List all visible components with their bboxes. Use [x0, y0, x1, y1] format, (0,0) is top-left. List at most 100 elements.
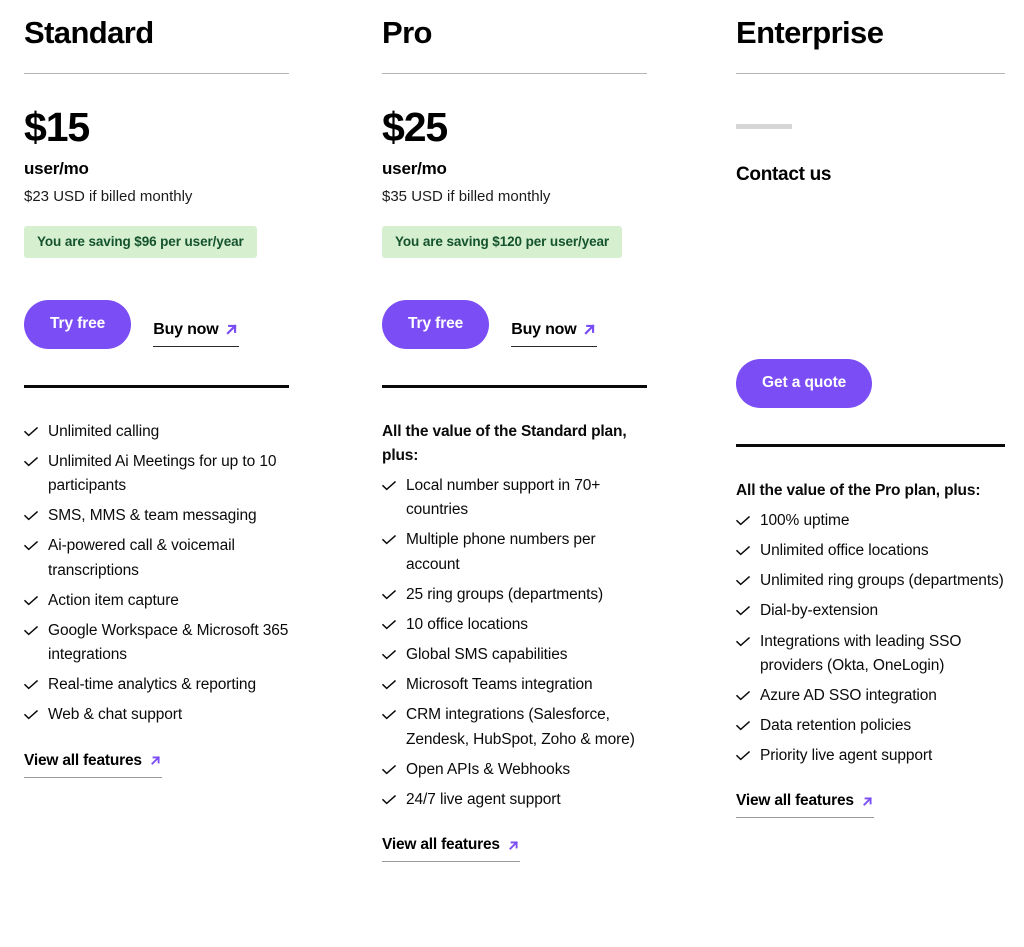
- plan-price-pro: $25: [382, 103, 448, 150]
- feature-text: Azure AD SSO integration: [760, 686, 937, 704]
- plan-card-standard: Standard $15 user/mo $23 USD if billed m…: [0, 0, 359, 862]
- check-icon: [382, 643, 396, 667]
- plan-card-pro: Pro $25 user/mo $35 USD if billed monthl…: [359, 0, 718, 863]
- feature-item: Priority live agent support: [736, 744, 1005, 768]
- features-pro: All the value of the Standard plan, plus…: [382, 420, 647, 863]
- check-icon: [382, 474, 396, 498]
- check-icon: [24, 504, 38, 528]
- arrow-up-right-icon: [149, 754, 162, 767]
- check-icon: [736, 744, 750, 768]
- feature-item: SMS, MMS & team messaging: [24, 504, 289, 528]
- view-all-features-link-pro[interactable]: View all features: [382, 836, 520, 863]
- feature-text: Unlimited office locations: [760, 542, 929, 560]
- buy-now-label: Buy now: [511, 320, 577, 338]
- plan-price-unit-standard: user/mo: [24, 158, 89, 178]
- feature-item: Ai-powered call & voicemail transcriptio…: [24, 534, 289, 582]
- feature-item: Unlimited office locations: [736, 539, 1005, 563]
- plan-section-divider: [736, 443, 1005, 447]
- plan-price-standard: $15: [24, 103, 90, 150]
- feature-text: Priority live agent support: [760, 747, 933, 765]
- feature-list-pro: Local number support in 70+ countries Mu…: [382, 474, 647, 812]
- price-placeholder-dash: [736, 123, 792, 129]
- feature-text: Unlimited calling: [48, 422, 160, 440]
- get-a-quote-button[interactable]: Get a quote: [736, 358, 873, 408]
- plan-price-note-standard: $23 USD if billed monthly: [24, 187, 193, 205]
- feature-item: 100% uptime: [736, 509, 1005, 533]
- feature-item: Local number support in 70+ countries: [382, 474, 647, 522]
- feature-text: Microsoft Teams integration: [406, 676, 593, 694]
- feature-item: Azure AD SSO integration: [736, 684, 1005, 708]
- feature-text: 10 office locations: [406, 615, 528, 633]
- view-all-features-label: View all features: [736, 792, 854, 810]
- try-free-button-pro[interactable]: Try free: [382, 299, 490, 349]
- feature-item: 25 ring groups (departments): [382, 583, 647, 607]
- feature-text: Real-time analytics & reporting: [48, 676, 256, 694]
- feature-item: Open APIs & Webhooks: [382, 758, 647, 782]
- features-enterprise: All the value of the Pro plan, plus: 100…: [736, 479, 1005, 819]
- check-icon: [736, 630, 750, 654]
- price-block-standard: $15 user/mo $23 USD if billed monthly: [24, 74, 289, 205]
- view-all-features-link-standard[interactable]: View all features: [24, 752, 162, 778]
- check-icon: [382, 583, 396, 607]
- savings-badge-pro: You are saving $120 per user/year: [382, 225, 623, 258]
- plan-title-standard: Standard: [24, 15, 154, 50]
- feature-text: Unlimited Ai Meetings for up to 10 parti…: [48, 452, 277, 495]
- check-icon: [24, 703, 38, 727]
- feature-item: CRM integrations (Salesforce, Zendesk, H…: [382, 703, 647, 751]
- cta-row-standard: Try free Buy now: [24, 299, 289, 349]
- buy-now-link-pro[interactable]: Buy now: [511, 320, 598, 347]
- check-icon: [382, 703, 396, 727]
- feature-text: 25 ring groups (departments): [406, 585, 604, 603]
- view-all-features-label: View all features: [382, 836, 500, 854]
- check-icon: [24, 589, 38, 613]
- feature-text: Integrations with leading SSO providers …: [760, 632, 962, 674]
- check-icon: [736, 714, 750, 738]
- feature-text: Web & chat support: [48, 706, 183, 724]
- feature-item: 10 office locations: [382, 613, 647, 637]
- feature-text: Global SMS capabilities: [406, 646, 568, 664]
- check-icon: [382, 613, 396, 637]
- arrow-up-right-icon: [224, 322, 239, 337]
- price-block-pro: $25 user/mo $35 USD if billed monthly: [382, 74, 647, 205]
- feature-text: Ai-powered call & voicemail transcriptio…: [48, 537, 235, 579]
- check-icon: [736, 569, 750, 593]
- arrow-up-right-icon: [507, 839, 520, 852]
- feature-text: Dial-by-extension: [760, 602, 879, 620]
- feature-item: Multiple phone numbers per account: [382, 528, 647, 576]
- feature-text: Multiple phone numbers per account: [406, 531, 596, 573]
- feature-text: Action item capture: [48, 591, 179, 609]
- try-free-button-standard[interactable]: Try free: [24, 299, 132, 349]
- feature-item: Unlimited Ai Meetings for up to 10 parti…: [24, 450, 289, 498]
- plan-section-divider: [382, 384, 647, 388]
- cta-row-enterprise: Get a quote: [736, 358, 1005, 408]
- feature-item: Real-time analytics & reporting: [24, 673, 289, 697]
- check-icon: [24, 420, 38, 444]
- savings-badge-standard: You are saving $96 per user/year: [24, 225, 257, 258]
- features-lead-enterprise: All the value of the Pro plan, plus:: [736, 481, 981, 499]
- feature-text: Unlimited ring groups (departments): [760, 572, 1004, 590]
- feature-item: Data retention policies: [736, 714, 1005, 738]
- feature-text: Local number support in 70+ countries: [406, 477, 601, 519]
- cta-row-pro: Try free Buy now: [382, 299, 647, 349]
- feature-text: SMS, MMS & team messaging: [48, 507, 257, 525]
- check-icon: [24, 450, 38, 474]
- check-icon: [24, 534, 38, 558]
- check-icon: [24, 673, 38, 697]
- plan-price-unit-pro: user/mo: [382, 158, 447, 178]
- check-icon: [736, 684, 750, 708]
- view-all-features-label: View all features: [24, 751, 142, 769]
- buy-now-link-standard[interactable]: Buy now: [153, 321, 240, 347]
- feature-item: 24/7 live agent support: [382, 788, 647, 812]
- feature-item: Web & chat support: [24, 703, 289, 727]
- feature-text: CRM integrations (Salesforce, Zendesk, H…: [406, 706, 635, 748]
- view-all-features-link-enterprise[interactable]: View all features: [736, 792, 874, 819]
- contact-us-label: Contact us: [736, 163, 832, 185]
- check-icon: [24, 619, 38, 643]
- feature-item: Google Workspace & Microsoft 365 integra…: [24, 619, 289, 667]
- feature-text: Google Workspace & Microsoft 365 integra…: [48, 621, 289, 664]
- feature-text: 24/7 live agent support: [406, 790, 561, 808]
- feature-item: Action item capture: [24, 589, 289, 613]
- arrow-up-right-icon: [582, 322, 597, 337]
- arrow-up-right-icon: [861, 795, 874, 808]
- check-icon: [736, 509, 750, 533]
